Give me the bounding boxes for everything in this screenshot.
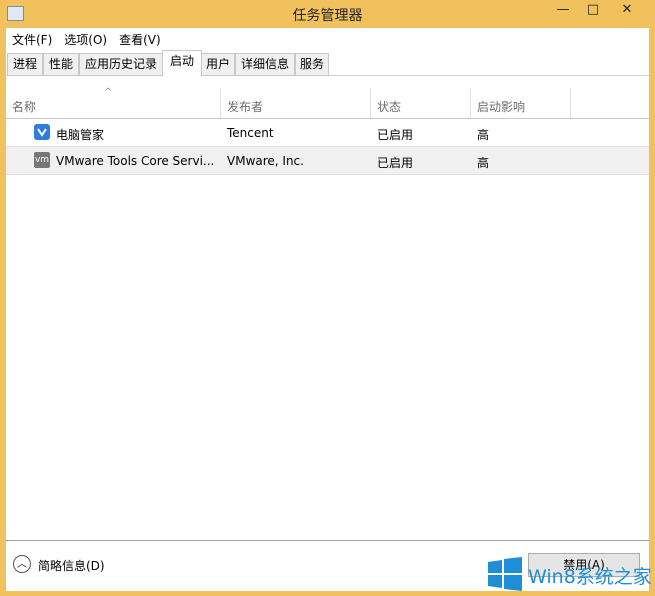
column-divider — [370, 88, 371, 118]
tab-details[interactable]: 详细信息 — [235, 53, 295, 76]
title-bar: 任务管理器 — □ ✕ — [0, 0, 655, 28]
menu-view[interactable]: 查看(V) — [113, 28, 167, 50]
column-name[interactable]: 名称 — [12, 98, 36, 115]
sort-ascending-icon: ^ — [104, 87, 113, 98]
vmware-icon: vm — [34, 152, 50, 168]
menu-file[interactable]: 文件(F) — [6, 28, 58, 50]
row-publisher: VMware, Inc. — [227, 154, 304, 168]
task-manager-window: 任务管理器 — □ ✕ 文件(F) 选项(O) 查看(V) 进程 性能 应用历史… — [0, 0, 655, 596]
column-divider — [220, 88, 221, 118]
tencent-shield-icon — [34, 124, 50, 140]
table-row[interactable]: vm VMware Tools Core Servi... VMware, In… — [6, 146, 649, 175]
watermark-logo: Win8系统之家 — [488, 556, 653, 592]
tab-processes[interactable]: 进程 — [7, 53, 43, 76]
row-status: 已启用 — [377, 156, 414, 170]
tab-strip: 进程 性能 应用历史记录 启动 用户 详细信息 服务 — [6, 50, 649, 76]
tab-performance[interactable]: 性能 — [43, 53, 79, 76]
row-publisher: Tencent — [227, 126, 274, 140]
menu-bar: 文件(F) 选项(O) 查看(V) — [6, 28, 167, 50]
tab-startup[interactable]: 启动 — [162, 50, 202, 76]
maximize-button[interactable]: □ — [578, 0, 608, 20]
table-row[interactable]: 电脑管家 Tencent 已启用 高 — [6, 119, 649, 146]
less-details-link[interactable]: 简略信息(D) — [38, 557, 105, 574]
chevron-up-icon[interactable]: ︿ — [13, 555, 31, 573]
row-impact: 高 — [477, 156, 490, 170]
column-impact[interactable]: 启动影响 — [477, 98, 525, 115]
column-status[interactable]: 状态 — [377, 98, 401, 115]
tab-app-history[interactable]: 应用历史记录 — [79, 53, 163, 76]
close-button[interactable]: ✕ — [612, 0, 642, 20]
column-divider — [570, 88, 571, 118]
tab-services[interactable]: 服务 — [295, 53, 329, 76]
row-status: 已启用 — [377, 128, 414, 142]
row-name: 电脑管家 — [56, 128, 105, 142]
minimize-button[interactable]: — — [548, 0, 578, 20]
client-area: 文件(F) 选项(O) 查看(V) 进程 性能 应用历史记录 启动 用户 详细信… — [6, 28, 649, 591]
row-impact: 高 — [477, 128, 490, 142]
column-publisher[interactable]: 发布者 — [227, 98, 263, 115]
watermark-text: Win8系统之家 — [528, 566, 652, 588]
tab-users[interactable]: 用户 — [201, 53, 235, 76]
menu-options[interactable]: 选项(O) — [58, 28, 113, 50]
row-name: VMware Tools Core Servi... — [56, 154, 215, 168]
windows-logo-icon — [488, 557, 522, 591]
column-header: ^ 名称 发布者 状态 启动影响 — [6, 87, 649, 119]
column-divider — [470, 88, 471, 118]
